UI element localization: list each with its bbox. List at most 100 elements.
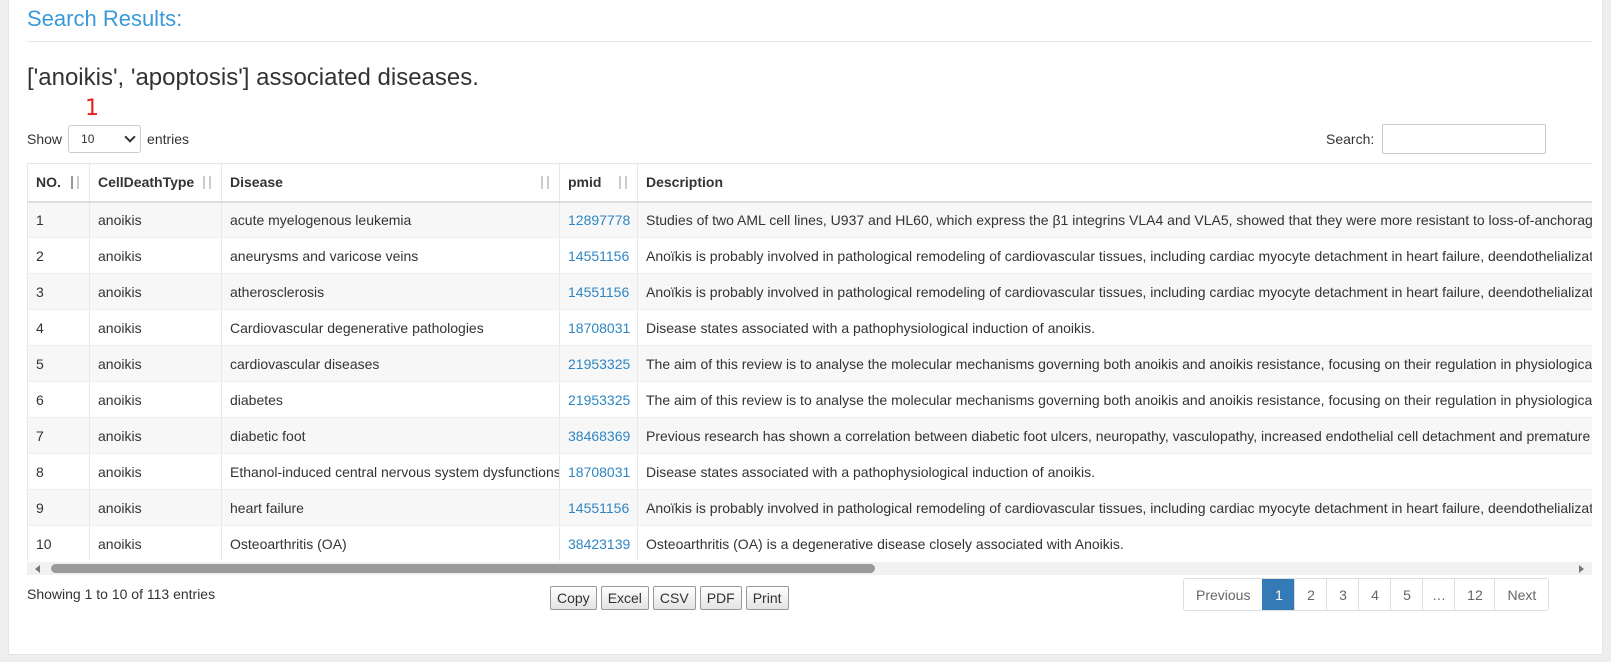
cell-pmid: 12897778 [559, 201, 638, 238]
search-input[interactable] [1382, 124, 1547, 154]
page-button-1[interactable]: 1 [1262, 579, 1295, 610]
entries-select-value: 10 [81, 132, 95, 146]
cell-disease: diabetes [221, 381, 560, 418]
page-button-4[interactable]: 4 [1358, 579, 1391, 610]
pdf-button[interactable]: PDF [699, 586, 742, 610]
annotation-marker-1: 1 [85, 96, 99, 121]
export-buttons: Copy Excel CSV PDF Print [550, 586, 789, 610]
entries-per-page-select[interactable]: 10 [68, 125, 142, 153]
previous-page-button[interactable]: Previous [1184, 579, 1263, 610]
cell-celldeathtype: anoikis [89, 273, 222, 310]
cell-description: Disease states associated with a pathoph… [637, 309, 1592, 346]
page-ellipsis: … [1422, 579, 1455, 610]
title-divider [27, 41, 1592, 42]
results-table: NO. CellDeathType Disease pmid Descripti… [27, 163, 1592, 561]
search-label: Search: [1326, 131, 1375, 147]
cell-description: Osteoarthritis (OA) is a degenerative di… [637, 525, 1592, 561]
results-table-container: NO. CellDeathType Disease pmid Descripti… [27, 163, 1592, 561]
cell-no: 10 [27, 525, 90, 561]
table-row: 9 anoikis heart failure 14551156 Anoïkis is … [27, 489, 1592, 526]
cell-pmid: 14551156 [559, 237, 638, 274]
page-button-12[interactable]: 12 [1454, 579, 1495, 610]
column-header-celldeathtype[interactable]: CellDeathType [89, 163, 222, 203]
excel-button[interactable]: Excel [600, 586, 649, 610]
pmid-link[interactable]: 18708031 [568, 464, 630, 480]
sort-asc-icon [69, 176, 81, 190]
cell-no: 7 [27, 417, 90, 454]
page-button-3[interactable]: 3 [1326, 579, 1359, 610]
pmid-link[interactable]: 18708031 [568, 320, 630, 336]
pagination: Previous 1 2 3 4 5 … 12 Next [1183, 578, 1550, 611]
table-row: 10 anoikis Osteoarthritis (OA) 38423139 Oste… [27, 525, 1592, 561]
pmid-link[interactable]: 14551156 [568, 500, 629, 516]
cell-pmid: 38423139 [559, 525, 638, 561]
column-header-pmid[interactable]: pmid [559, 163, 638, 203]
cell-celldeathtype: anoikis [89, 381, 222, 418]
scroll-right-icon[interactable] [1579, 565, 1584, 573]
sort-icon [539, 176, 551, 190]
table-row: 2 anoikis aneurysms and varicose veins 1455… [27, 237, 1592, 274]
pmid-link[interactable]: 21953325 [568, 392, 630, 408]
cell-disease: diabetic foot [221, 417, 560, 454]
cell-disease: Cardiovascular degenerative pathologies [221, 309, 560, 346]
cell-no: 2 [27, 237, 90, 274]
cell-disease: Osteoarthritis (OA) [221, 525, 560, 561]
scroll-left-icon[interactable] [35, 565, 40, 573]
cell-no: 4 [27, 309, 90, 346]
cell-pmid: 14551156 [559, 273, 638, 310]
cell-description: Studies of two AML cell lines, U937 and … [637, 201, 1592, 238]
cell-pmid: 18708031 [559, 453, 638, 490]
cell-no: 6 [27, 381, 90, 418]
next-page-button[interactable]: Next [1494, 579, 1549, 610]
cell-pmid: 21953325 [559, 345, 638, 382]
pmid-link[interactable]: 14551156 [568, 284, 629, 300]
cell-disease: atherosclerosis [221, 273, 560, 310]
cell-pmid: 38468369 [559, 417, 638, 454]
column-header-description[interactable]: Description [637, 163, 1592, 203]
cell-no: 9 [27, 489, 90, 526]
table-row: 8 anoikis Ethanol-induced central nervous … [27, 453, 1592, 490]
cell-description: Anoïkis is probably involved in patholog… [637, 237, 1592, 274]
chevron-down-icon [124, 131, 136, 143]
results-title: Search Results: [27, 6, 183, 31]
cell-no: 5 [27, 345, 90, 382]
table-row: 5 anoikis cardiovascular diseases 21953325 T… [27, 345, 1592, 382]
print-button[interactable]: Print [745, 586, 789, 610]
cell-celldeathtype: anoikis [89, 309, 222, 346]
table-header-row: NO. CellDeathType Disease pmid Descripti… [27, 163, 1592, 203]
table-row: 4 anoikis Cardiovascular degenerative path… [27, 309, 1592, 346]
page-button-2[interactable]: 2 [1294, 579, 1327, 610]
column-header-disease[interactable]: Disease [221, 163, 560, 203]
sort-icon [617, 176, 629, 190]
table-info: Showing 1 to 10 of 113 entries [27, 586, 216, 602]
table-row: 7 anoikis diabetic foot 38468369 Previous re… [27, 417, 1592, 454]
pmid-link[interactable]: 38468369 [568, 428, 630, 444]
cell-pmid: 18708031 [559, 309, 638, 346]
cell-pmid: 21953325 [559, 381, 638, 418]
cell-celldeathtype: anoikis [89, 453, 222, 490]
cell-no: 3 [27, 273, 90, 310]
entries-label: entries [147, 131, 190, 147]
cell-disease: Ethanol-induced central nervous system d… [221, 453, 560, 490]
cell-description: The aim of this review is to analyse the… [637, 381, 1592, 418]
entries-length-control: Show 10 entries [27, 125, 189, 153]
results-panel: Search Results: ['anoikis', 'apoptosis']… [8, 0, 1603, 655]
cell-celldeathtype: anoikis [89, 237, 222, 274]
pmid-link[interactable]: 12897778 [568, 212, 630, 228]
pmid-link[interactable]: 21953325 [568, 356, 630, 372]
cell-description: The aim of this review is to analyse the… [637, 345, 1592, 382]
pmid-link[interactable]: 38423139 [568, 536, 630, 552]
column-header-no[interactable]: NO. [27, 163, 90, 203]
scrollbar-thumb[interactable] [51, 564, 875, 573]
cell-description: Anoïkis is probably involved in patholog… [637, 489, 1592, 526]
cell-celldeathtype: anoikis [89, 417, 222, 454]
cell-no: 1 [27, 201, 90, 238]
page-button-5[interactable]: 5 [1390, 579, 1423, 610]
pmid-link[interactable]: 14551156 [568, 248, 629, 264]
csv-button[interactable]: CSV [652, 586, 696, 610]
cell-disease: cardiovascular diseases [221, 345, 560, 382]
horizontal-scrollbar[interactable] [27, 562, 1592, 575]
cell-description: Disease states associated with a pathoph… [637, 453, 1592, 490]
copy-button[interactable]: Copy [550, 586, 597, 610]
cell-description: Previous research has shown a correlatio… [637, 417, 1592, 454]
